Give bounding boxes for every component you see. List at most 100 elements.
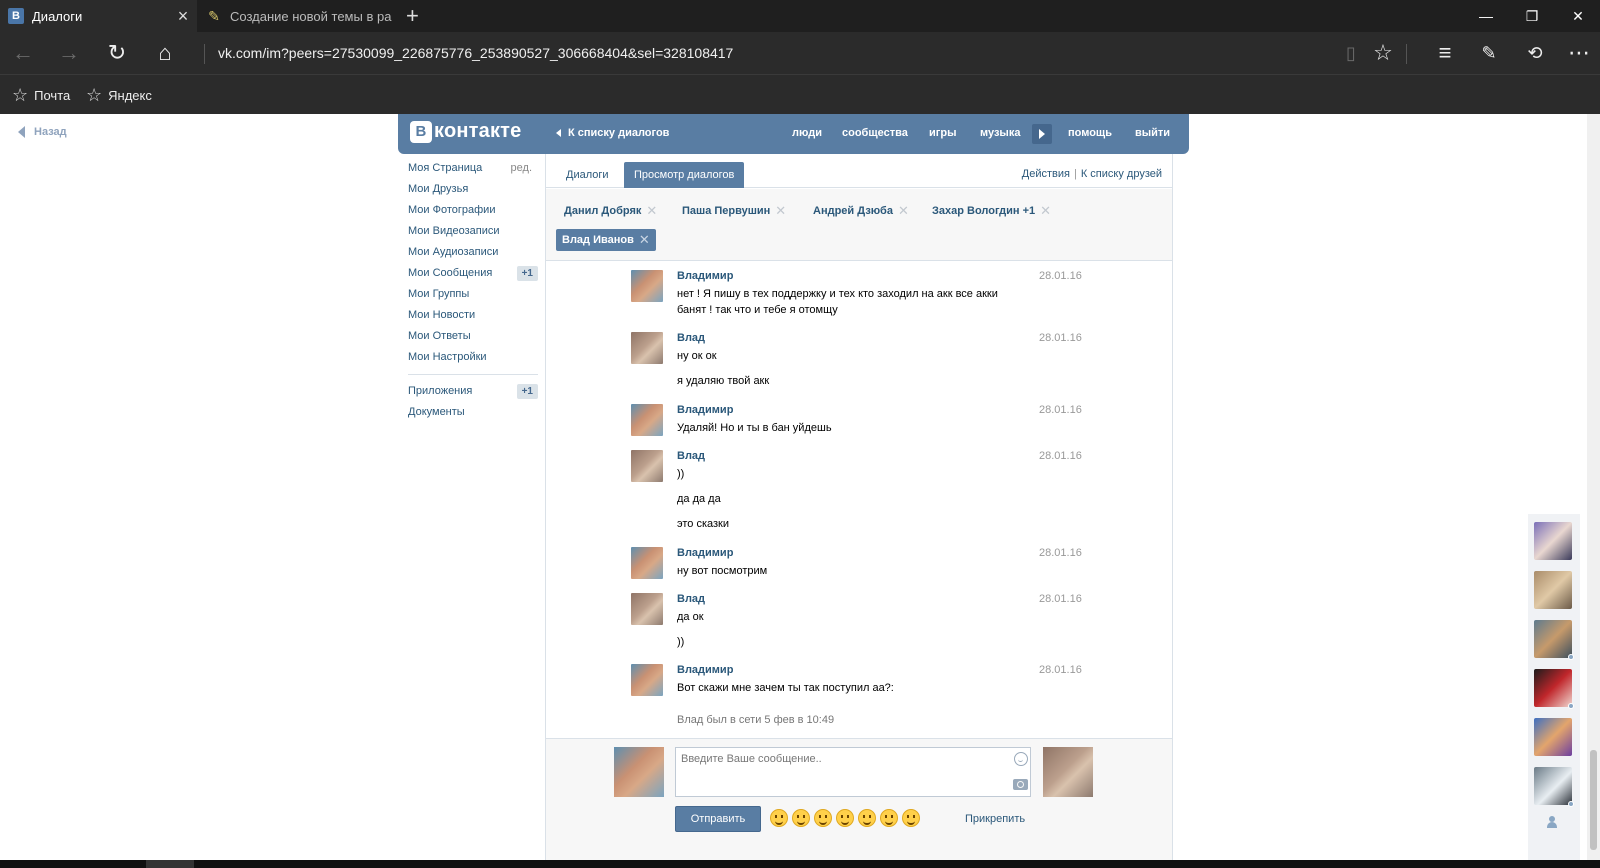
sidebar-item[interactable]: Мои Ответы xyxy=(408,326,538,347)
to-dialogs-link[interactable]: К списку диалогов xyxy=(556,127,669,139)
attach-link[interactable]: Прикрепить xyxy=(965,813,1025,825)
sidebar-item[interactable]: Мои Друзья xyxy=(408,179,538,200)
message-history: Владимир 28.01.16 нет ! Я пишу в тех подде… xyxy=(546,263,1172,735)
message-avatar[interactable] xyxy=(631,547,663,579)
nav-help[interactable]: помощь xyxy=(1068,127,1112,139)
scroll-thumb[interactable] xyxy=(1590,750,1597,850)
message-avatar[interactable] xyxy=(631,404,663,436)
emoji-grin-icon[interactable] xyxy=(880,809,898,827)
message-avatar[interactable] xyxy=(631,332,663,364)
web-note-icon[interactable]: ✎ xyxy=(1466,32,1512,74)
nav-music[interactable]: музыка xyxy=(980,127,1020,139)
friend-avatar[interactable] xyxy=(1534,522,1572,560)
sidebar-item[interactable]: Мои Настройки xyxy=(408,347,538,368)
hub-icon[interactable]: ≡ xyxy=(1422,32,1468,74)
person-icon[interactable] xyxy=(1547,816,1557,828)
message-input[interactable] xyxy=(675,747,1031,797)
message-author[interactable]: Владимир xyxy=(677,664,733,676)
peer-chip[interactable]: Захар Вологдин +1 ✕ xyxy=(932,203,1051,219)
friend-avatar[interactable] xyxy=(1534,767,1574,807)
to-friends-link[interactable]: К списку друзей xyxy=(1081,168,1162,180)
sidebar-item[interactable]: Моя Страница ред. xyxy=(408,158,538,179)
message-author[interactable]: Владимир xyxy=(677,404,733,416)
peer-avatar[interactable] xyxy=(1043,747,1093,797)
favorite-label: Яндекс xyxy=(108,87,152,103)
message-author[interactable]: Влад xyxy=(677,450,705,462)
friend-avatar[interactable] xyxy=(1534,718,1572,756)
emoji-kiss-icon[interactable] xyxy=(858,809,876,827)
restore-icon[interactable]: ❐ xyxy=(1509,0,1555,32)
page-scrollbar[interactable] xyxy=(1587,114,1600,860)
refresh-icon[interactable]: ↻ xyxy=(94,32,140,74)
message-author[interactable]: Влад xyxy=(677,332,705,344)
emoji-smirk-icon[interactable] xyxy=(902,809,920,827)
sidebar-item[interactable]: Мои Видеозаписи xyxy=(408,221,538,242)
sidebar-item[interactable]: Мои Группы xyxy=(408,284,538,305)
more-icon[interactable]: ⋯ xyxy=(1556,32,1600,74)
emoji-neutral-icon[interactable] xyxy=(814,809,832,827)
message-avatar[interactable] xyxy=(631,270,663,302)
my-avatar[interactable] xyxy=(614,747,664,797)
edit-link[interactable]: ред. xyxy=(511,158,532,179)
message-block[interactable]: Влад 28.01.16 да ок)) xyxy=(631,593,1091,653)
favorite-star-icon[interactable]: ☆ xyxy=(1360,32,1406,74)
new-tab-plus-icon[interactable]: + xyxy=(406,4,419,28)
message-avatar[interactable] xyxy=(631,450,663,482)
sidebar-item[interactable]: Мои Аудиозаписи xyxy=(408,242,538,263)
emoji-thumbs-up-icon[interactable] xyxy=(792,809,810,827)
actions-link[interactable]: Действия xyxy=(1022,168,1070,180)
peer-chip-selected[interactable]: Влад Иванов ✕ xyxy=(556,229,656,251)
friend-avatar[interactable] xyxy=(1534,571,1572,609)
smile-icon[interactable] xyxy=(1014,752,1028,766)
sidebar-item[interactable]: Мои Новости xyxy=(408,305,538,326)
close-tab-icon[interactable]: × xyxy=(169,6,197,27)
back-arrow-icon[interactable]: ← xyxy=(0,32,46,74)
nav-communities[interactable]: сообщества xyxy=(842,127,908,139)
nav-people[interactable]: люди xyxy=(792,127,822,139)
camera-icon[interactable] xyxy=(1013,779,1028,790)
browser-tab-new-topic[interactable]: ✎ Создание новой темы в ра xyxy=(198,0,396,32)
friend-avatar[interactable] xyxy=(1534,620,1574,660)
message-avatar[interactable] xyxy=(631,593,663,625)
message-author[interactable]: Владимир xyxy=(677,547,733,559)
remove-peer-icon[interactable]: ✕ xyxy=(639,232,650,248)
home-icon[interactable]: ⌂ xyxy=(142,32,188,74)
address-bar[interactable]: vk.com/im?peers=27530099_226875776_25389… xyxy=(206,37,1306,69)
nav-logout[interactable]: выйти xyxy=(1135,127,1170,139)
minimize-icon[interactable]: — xyxy=(1463,0,1509,32)
remove-peer-icon[interactable]: ✕ xyxy=(898,203,909,219)
share-icon[interactable]: ⟲ xyxy=(1512,32,1558,74)
nav-games[interactable]: игры xyxy=(929,127,956,139)
vk-logo[interactable]: В контакте xyxy=(410,120,522,143)
taskbar-item[interactable] xyxy=(146,860,194,868)
sidebar-item[interactable]: Приложения +1 xyxy=(408,381,538,402)
remove-peer-icon[interactable]: ✕ xyxy=(775,203,786,219)
message-block[interactable]: Владимир 28.01.16 нет ! Я пишу в тех подде… xyxy=(631,270,1091,330)
back-link[interactable]: Назад xyxy=(18,126,67,138)
tab-view-dialogs[interactable]: Просмотр диалогов xyxy=(624,162,745,188)
sidebar-item[interactable]: Мои Фотографии xyxy=(408,200,538,221)
forward-arrow-icon[interactable]: → xyxy=(46,32,92,74)
peer-chip[interactable]: Данил Добряк ✕ xyxy=(564,203,657,219)
tab-dialogs[interactable]: Диалоги xyxy=(556,162,619,188)
close-window-icon[interactable]: ✕ xyxy=(1555,0,1600,32)
favorite-yandex[interactable]: ☆ Яндекс xyxy=(86,75,152,115)
peer-chip[interactable]: Паша Первушин ✕ xyxy=(682,203,786,219)
friend-avatar[interactable] xyxy=(1534,669,1574,709)
send-button[interactable]: Отправить xyxy=(675,806,761,832)
emoji-cry-icon[interactable] xyxy=(836,809,854,827)
sidebar-item[interactable]: Документы xyxy=(408,402,538,423)
message-block[interactable]: Влад 28.01.16)) да да да это сказки xyxy=(631,450,1091,530)
browser-tab-dialogs[interactable]: В Диалоги × xyxy=(0,0,197,32)
remove-peer-icon[interactable]: ✕ xyxy=(1040,203,1051,219)
message-block[interactable]: Влад 28.01.16 ну ок ок я удаляю твой акк xyxy=(631,332,1091,392)
remove-peer-icon[interactable]: ✕ xyxy=(646,203,657,219)
emoji-laugh-icon[interactable] xyxy=(770,809,788,827)
sidebar-item[interactable]: Мои Сообщения +1 xyxy=(408,263,538,284)
message-avatar[interactable] xyxy=(631,664,663,696)
favorite-pochta[interactable]: ☆ Почта xyxy=(12,75,70,115)
music-play-button[interactable] xyxy=(1032,124,1052,144)
message-author[interactable]: Владимир xyxy=(677,270,733,282)
peer-chip[interactable]: Андрей Дзюба ✕ xyxy=(813,203,909,219)
message-author[interactable]: Влад xyxy=(677,593,705,605)
